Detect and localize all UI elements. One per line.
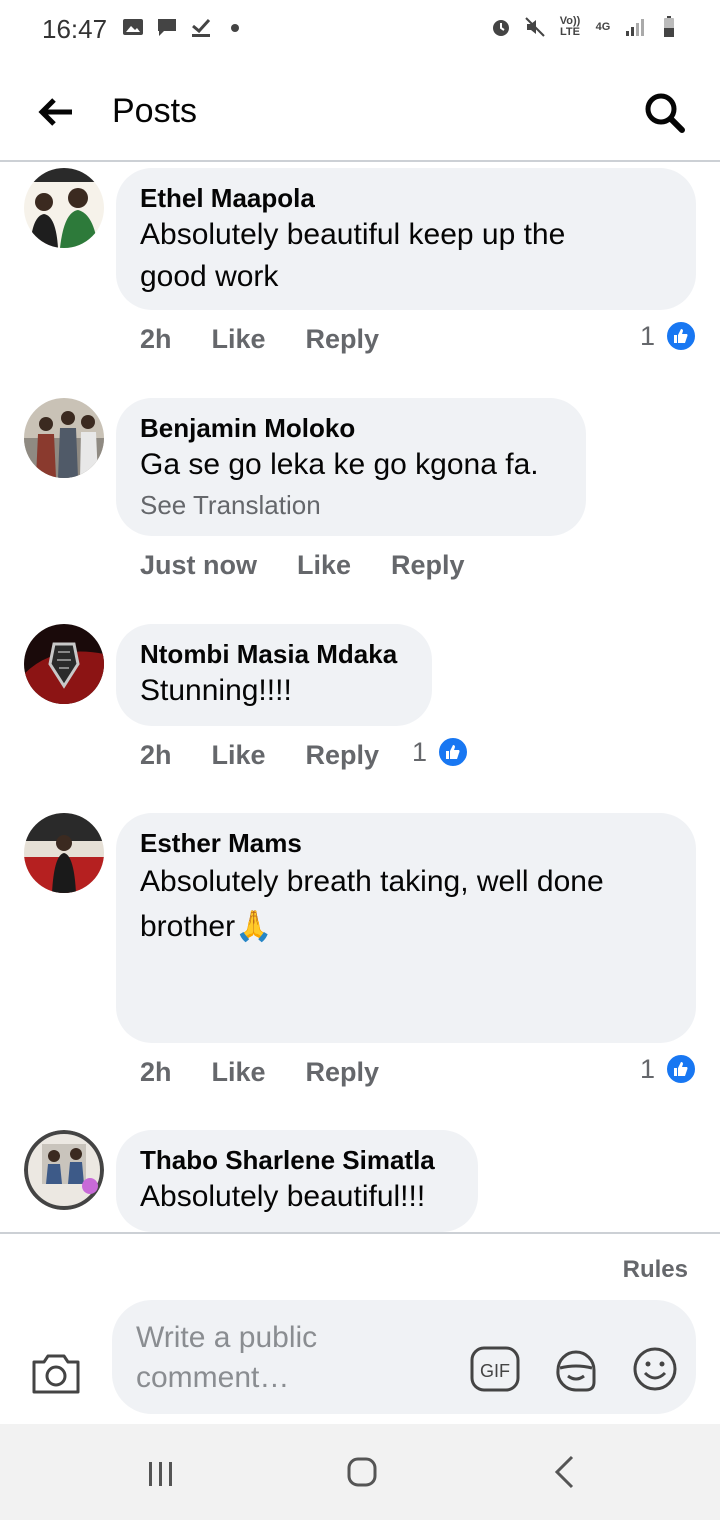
search-icon[interactable]: [642, 90, 686, 134]
comment-time: Just now: [140, 550, 258, 580]
thumbs-up-icon: [665, 1053, 698, 1085]
reply-button[interactable]: Reply: [306, 740, 380, 771]
reply-button[interactable]: Reply: [391, 550, 465, 581]
comment-author[interactable]: Benjamin Moloko: [140, 412, 562, 444]
comment-bubble[interactable]: Esther Mams Absolutely breath taking, we…: [116, 813, 696, 1043]
comment-time: 2h: [140, 740, 172, 770]
comment-author[interactable]: Esther Mams: [140, 827, 672, 859]
status-left-icons: [122, 16, 246, 38]
arrow-left-icon[interactable]: [36, 92, 76, 132]
home-icon[interactable]: [346, 1456, 378, 1488]
reply-button[interactable]: Reply: [306, 324, 380, 355]
reaction-count[interactable]: 1: [412, 736, 470, 768]
comment-time: 2h: [140, 324, 172, 354]
status-bar: 16:47 Vo)) LTE 4G: [0, 0, 720, 60]
mute-icon: [525, 17, 545, 37]
gif-label: GIF: [480, 1361, 510, 1381]
avatar[interactable]: [24, 168, 104, 248]
nav-back-icon[interactable]: [552, 1454, 576, 1490]
comments-list: Ethel Maapola Absolutely beautiful keep …: [0, 164, 720, 1232]
rules-link[interactable]: Rules: [623, 1256, 688, 1284]
comment-input-box[interactable]: Write a public comment… GIF: [112, 1300, 696, 1414]
comment-composer: Rules Write a public comment… GIF: [0, 1232, 720, 1424]
reaction-count-value: 1: [640, 320, 656, 351]
comment-actions: 2h Like Reply: [140, 740, 419, 771]
comment-author[interactable]: Thabo Sharlene Simatla: [140, 1144, 454, 1176]
reaction-count-value: 1: [640, 1053, 656, 1084]
dot-icon: [231, 24, 239, 32]
avatar[interactable]: [24, 624, 104, 704]
comment-text: Absolutely beautiful keep up the good wo…: [140, 218, 566, 293]
avatar[interactable]: [24, 1130, 104, 1210]
reaction-count[interactable]: 1: [640, 320, 698, 352]
message-icon: [158, 19, 176, 36]
battery-icon: [664, 16, 674, 37]
check-download-icon: [192, 18, 211, 37]
alarm-icon: [493, 20, 509, 36]
avatar[interactable]: [24, 398, 104, 478]
like-button[interactable]: Like: [297, 550, 351, 581]
status-time: 16:47: [42, 14, 108, 44]
page-title: Posts: [112, 92, 198, 130]
reaction-count-value: 1: [412, 736, 428, 767]
thumbs-up-icon: [665, 320, 698, 352]
comment-actions: 2h Like Reply: [140, 1057, 419, 1088]
thumbs-up-icon: [437, 736, 470, 768]
like-button[interactable]: Like: [212, 324, 266, 355]
comment-author[interactable]: Ntombi Masia Mdaka: [140, 638, 408, 670]
like-button[interactable]: Like: [212, 1057, 266, 1088]
comment-text: Ga se go leka ke go kgona fa.: [140, 448, 539, 481]
gif-icon[interactable]: GIF: [470, 1346, 520, 1392]
volte-icon: Vo)) LTE: [559, 15, 581, 38]
comment-bubble[interactable]: Thabo Sharlene Simatla Absolutely beauti…: [116, 1130, 478, 1232]
see-translation-link[interactable]: See Translation: [140, 488, 562, 522]
avatar[interactable]: [24, 813, 104, 893]
4g-icon: 4G: [595, 20, 611, 33]
reply-button[interactable]: Reply: [306, 1057, 380, 1088]
comment-bubble[interactable]: Ntombi Masia Mdaka Stunning!!!!: [116, 624, 432, 726]
app-header: Posts: [0, 60, 720, 162]
like-button[interactable]: Like: [212, 740, 266, 771]
recent-apps-icon[interactable]: [146, 1460, 176, 1488]
comment-text: Absolutely beautiful!!!: [140, 1180, 426, 1213]
emoji-icon[interactable]: [632, 1346, 678, 1392]
status-right-icons: Vo)) LTE 4G: [490, 16, 680, 38]
signal-icon: [626, 19, 644, 36]
comment-bubble[interactable]: Benjamin Moloko Ga se go leka ke go kgon…: [116, 398, 586, 536]
sticker-icon[interactable]: [552, 1346, 600, 1394]
comment-input[interactable]: Write a public comment…: [136, 1318, 356, 1398]
camera-icon[interactable]: [30, 1352, 82, 1396]
system-nav-bar: [0, 1424, 720, 1520]
comment-text: Absolutely breath taking, well done brot…: [140, 865, 604, 943]
comment-author[interactable]: Ethel Maapola: [140, 182, 672, 214]
comment-time: 2h: [140, 1057, 172, 1087]
comment-actions: Just now Like Reply: [140, 550, 505, 581]
image-icon: [123, 19, 143, 35]
reaction-count[interactable]: 1: [640, 1053, 698, 1085]
comment-actions: 2h Like Reply: [140, 324, 419, 355]
comment-text: Stunning!!!!: [140, 674, 292, 707]
comment-bubble[interactable]: Ethel Maapola Absolutely beautiful keep …: [116, 168, 696, 310]
